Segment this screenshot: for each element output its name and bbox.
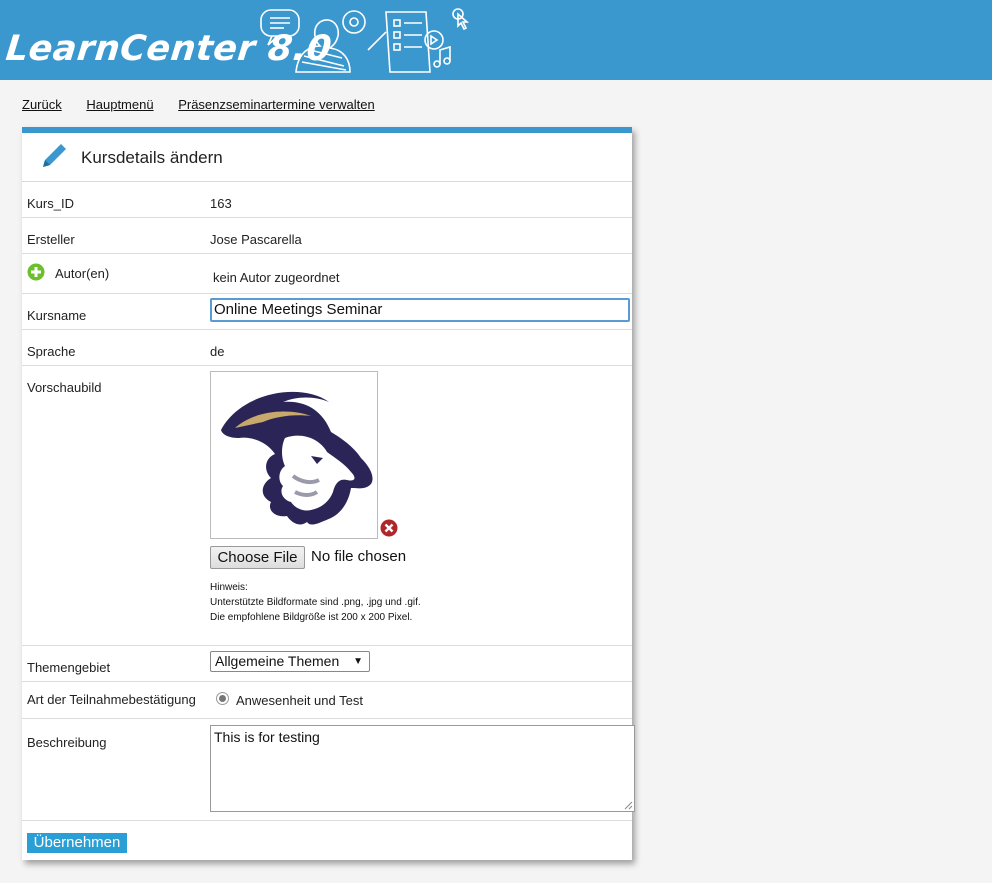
topic-select[interactable]: Allgemeine Themen ▼	[210, 651, 370, 672]
manage-seminar-dates-link[interactable]: Präsenzseminartermine verwalten	[178, 97, 375, 112]
remove-image-icon[interactable]	[380, 519, 398, 537]
course-name-input[interactable]: Online Meetings Seminar	[210, 298, 630, 322]
add-author-icon[interactable]	[27, 263, 45, 281]
authors-value: kein Autor zugeordnet	[213, 270, 340, 285]
panel-header: Kursdetails ändern	[22, 133, 632, 182]
app-header: LearnCenter 8.0	[0, 0, 992, 80]
creator-label: Ersteller	[27, 232, 75, 247]
confirmation-row: Art der Teilnahmebestätigung Anwesenheit…	[22, 682, 632, 719]
preview-image-row: Vorschaubild Choose File No file chosen …	[22, 366, 632, 646]
topic-row: Themengebiet Allgemeine Themen ▼	[22, 646, 632, 682]
topic-selected-value: Allgemeine Themen	[215, 653, 340, 669]
creator-value: Jose Pascarella	[210, 232, 302, 247]
attendance-and-test-label: Anwesenheit und Test	[236, 693, 363, 708]
authors-label: Autor(en)	[55, 266, 110, 281]
file-status-text: No file chosen	[311, 548, 407, 565]
course-name-label: Kursname	[27, 308, 87, 323]
back-link[interactable]: Zurück	[22, 97, 62, 112]
hint-formats: Unterstützte Bildformate sind .png, .jpg…	[210, 597, 421, 608]
dropdown-arrow-icon: ▼	[353, 656, 363, 667]
topic-label: Themengebiet	[27, 660, 111, 675]
course-id-value: 163	[210, 196, 232, 211]
description-text: This is for testing	[214, 729, 320, 745]
description-label: Beschreibung	[27, 735, 107, 750]
apply-button[interactable]: Übernehmen	[27, 833, 127, 853]
choose-file-button[interactable]: Choose File	[210, 546, 305, 569]
main-menu-link[interactable]: Hauptmenü	[86, 97, 153, 112]
course-id-row: Kurs_ID 163	[22, 182, 632, 218]
resize-grip-icon[interactable]	[623, 800, 633, 810]
page-title: Kursdetails ändern	[81, 148, 223, 167]
attendance-and-test-radio[interactable]	[216, 692, 229, 705]
creator-row: Ersteller Jose Pascarella	[22, 218, 632, 254]
course-name-row: Kursname Online Meetings Seminar	[22, 294, 632, 330]
hint-title: Hinweis:	[210, 582, 248, 593]
description-row: Beschreibung This is for testing	[22, 719, 635, 821]
description-textarea[interactable]: This is for testing	[210, 725, 635, 812]
confirmation-label: Art der Teilnahmebestätigung	[27, 692, 196, 707]
pencil-icon	[43, 144, 66, 167]
language-label: Sprache	[27, 344, 76, 359]
course-id-label: Kurs_ID	[27, 196, 74, 211]
language-row: Sprache de	[22, 330, 632, 366]
authors-row: Autor(en) kein Autor zugeordnet	[22, 254, 632, 294]
preview-image	[210, 371, 378, 539]
hint-size: Die empfohlene Bildgröße ist 200 x 200 P…	[210, 612, 413, 623]
e-learning-illustration-icon	[260, 8, 470, 73]
course-details-panel: Kursdetails ändern Kurs_ID 163 Ersteller…	[22, 127, 635, 860]
preview-image-label: Vorschaubild	[27, 380, 102, 395]
top-navigation: Zurück Hauptmenü Präsenzseminartermine v…	[22, 97, 396, 112]
language-value: de	[210, 344, 225, 359]
goat-logo-image	[221, 391, 373, 525]
